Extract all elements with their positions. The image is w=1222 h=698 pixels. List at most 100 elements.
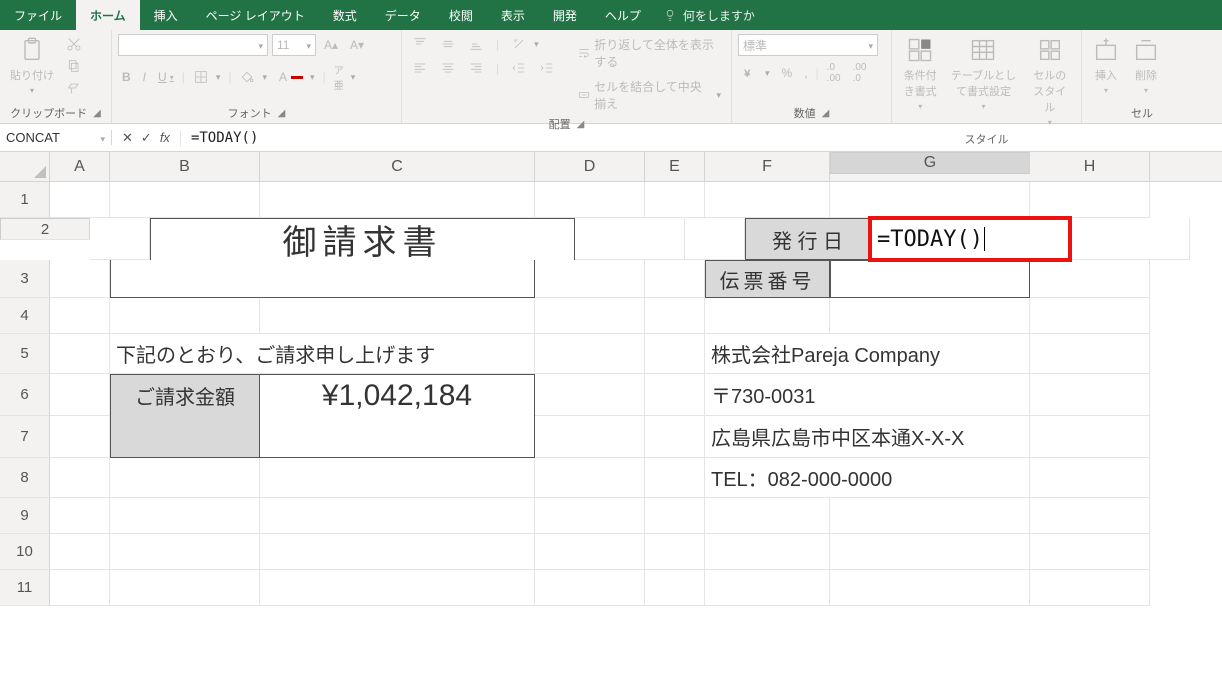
tab-help[interactable]: ヘルプ xyxy=(591,0,655,30)
cell-B1[interactable] xyxy=(110,182,260,218)
increase-decimal-button[interactable]: .0.00 xyxy=(823,60,845,86)
clipboard-launcher-icon[interactable]: ◢ xyxy=(93,108,101,119)
cell-H11[interactable] xyxy=(1030,570,1150,606)
fill-color-button[interactable] xyxy=(235,67,271,87)
row-header-8[interactable]: 8 xyxy=(0,458,50,498)
align-top-button[interactable] xyxy=(408,34,432,54)
name-box-dropdown-icon[interactable] xyxy=(96,130,105,145)
cell-F2-issue-date-label[interactable]: 発 行 日 xyxy=(745,218,870,260)
paste-button[interactable]: 貼り付け ▾ xyxy=(6,34,58,97)
tab-review[interactable]: 校閲 xyxy=(435,0,487,30)
row-header-7[interactable]: 7 xyxy=(0,416,50,458)
tab-formulas[interactable]: 数式 xyxy=(319,0,371,30)
worksheet-grid[interactable]: A B C D E F G H 1 2 御請求書 発 行 日 =TODAY() xyxy=(0,152,1222,606)
cell-C10[interactable] xyxy=(260,534,535,570)
cell-C8b[interactable] xyxy=(535,458,645,498)
tab-data[interactable]: データ xyxy=(371,0,435,30)
column-header-D[interactable]: D xyxy=(535,152,645,181)
cell-F5-company[interactable]: 株式会社Pareja Company xyxy=(705,334,1030,374)
row-header-11[interactable]: 11 xyxy=(0,570,50,606)
cell-D6[interactable] xyxy=(535,374,645,416)
cell-E1[interactable] xyxy=(645,182,705,218)
name-box[interactable]: CONCAT xyxy=(0,130,112,145)
insert-function-button[interactable]: fx xyxy=(160,130,170,145)
font-launcher-icon[interactable]: ◢ xyxy=(278,108,286,119)
cell-C4[interactable] xyxy=(260,298,535,334)
number-launcher-icon[interactable]: ◢ xyxy=(822,108,830,119)
select-all-button[interactable] xyxy=(0,152,50,181)
column-header-E[interactable]: E xyxy=(645,152,705,181)
decrease-font-button[interactable]: A▾ xyxy=(346,36,368,54)
merge-center-button[interactable]: セルを結合して中央揃え xyxy=(573,76,725,114)
increase-indent-button[interactable] xyxy=(535,58,559,78)
decrease-indent-button[interactable] xyxy=(507,58,531,78)
cell-B7-amount-label-bottom[interactable] xyxy=(110,416,260,458)
cell-E5[interactable] xyxy=(645,334,705,374)
cell-G1[interactable] xyxy=(830,182,1030,218)
cell-H5[interactable] xyxy=(1030,334,1150,374)
tell-me-search[interactable]: 何をしますか xyxy=(663,0,755,30)
cell-H6[interactable] xyxy=(1030,374,1150,416)
comma-button[interactable]: , xyxy=(800,64,811,82)
cell-B11[interactable] xyxy=(110,570,260,606)
cell-A7[interactable] xyxy=(50,416,110,458)
cell-B2-C2-merged-title[interactable]: 御請求書 xyxy=(150,218,575,260)
row-header-10[interactable]: 10 xyxy=(0,534,50,570)
delete-cells-button[interactable]: 削除▾ xyxy=(1128,34,1164,97)
cell-D5[interactable] xyxy=(535,334,645,374)
cell-H1[interactable] xyxy=(1030,182,1150,218)
conditional-formatting-button[interactable]: 条件付き書式▾ xyxy=(898,34,942,113)
cancel-formula-button[interactable]: ✕ xyxy=(122,130,133,146)
alignment-launcher-icon[interactable]: ◢ xyxy=(577,119,585,130)
column-header-C[interactable]: C xyxy=(260,152,535,181)
cell-D2[interactable] xyxy=(575,218,685,260)
cell-H8[interactable] xyxy=(1030,458,1150,498)
number-format-select[interactable]: 標準 xyxy=(738,34,878,56)
cell-C9[interactable] xyxy=(260,498,535,534)
row-header-6[interactable]: 6 xyxy=(0,374,50,416)
cell-G3-slip-no-value[interactable] xyxy=(830,260,1030,298)
cell-C11[interactable] xyxy=(260,570,535,606)
cell-F11[interactable] xyxy=(705,570,830,606)
borders-button[interactable] xyxy=(189,67,225,87)
column-header-A[interactable]: A xyxy=(50,152,110,181)
cell-E10[interactable] xyxy=(645,534,705,570)
row-header-5[interactable]: 5 xyxy=(0,334,50,374)
cell-E3[interactable] xyxy=(645,260,705,298)
row-header-3[interactable]: 3 xyxy=(0,260,50,298)
cell-A3[interactable] xyxy=(50,260,110,298)
column-header-G[interactable]: G xyxy=(830,152,1030,174)
cell-E6[interactable] xyxy=(645,374,705,416)
align-center-button[interactable] xyxy=(436,58,460,78)
tab-view[interactable]: 表示 xyxy=(487,0,539,30)
cell-E9[interactable] xyxy=(645,498,705,534)
cell-B9[interactable] xyxy=(110,498,260,534)
cell-E7[interactable] xyxy=(645,416,705,458)
cell-A2[interactable] xyxy=(90,218,150,260)
align-right-button[interactable] xyxy=(464,58,488,78)
cell-E8[interactable] xyxy=(645,458,705,498)
cell-A1[interactable] xyxy=(50,182,110,218)
font-color-button[interactable]: A xyxy=(275,68,319,86)
cell-B8[interactable] xyxy=(110,458,260,498)
cell-D3[interactable] xyxy=(535,260,645,298)
cell-A9[interactable] xyxy=(50,498,110,534)
cell-A8[interactable] xyxy=(50,458,110,498)
orientation-button[interactable] xyxy=(507,34,543,54)
cell-F1[interactable] xyxy=(705,182,830,218)
cell-F10[interactable] xyxy=(705,534,830,570)
row-header-2[interactable]: 2 xyxy=(0,218,90,240)
bold-button[interactable]: B xyxy=(118,68,135,86)
cell-A11[interactable] xyxy=(50,570,110,606)
cell-A4[interactable] xyxy=(50,298,110,334)
enter-formula-button[interactable]: ✓ xyxy=(141,130,152,146)
cell-B10[interactable] xyxy=(110,534,260,570)
format-painter-button[interactable] xyxy=(62,78,86,98)
cell-D7[interactable] xyxy=(535,416,645,458)
cell-B3-C3-merged-title-bottom[interactable] xyxy=(110,260,535,298)
cell-C1[interactable] xyxy=(260,182,535,218)
cell-F9[interactable] xyxy=(705,498,830,534)
row-header-9[interactable]: 9 xyxy=(0,498,50,534)
tab-insert[interactable]: 挿入 xyxy=(140,0,192,30)
cell-A6[interactable] xyxy=(50,374,110,416)
